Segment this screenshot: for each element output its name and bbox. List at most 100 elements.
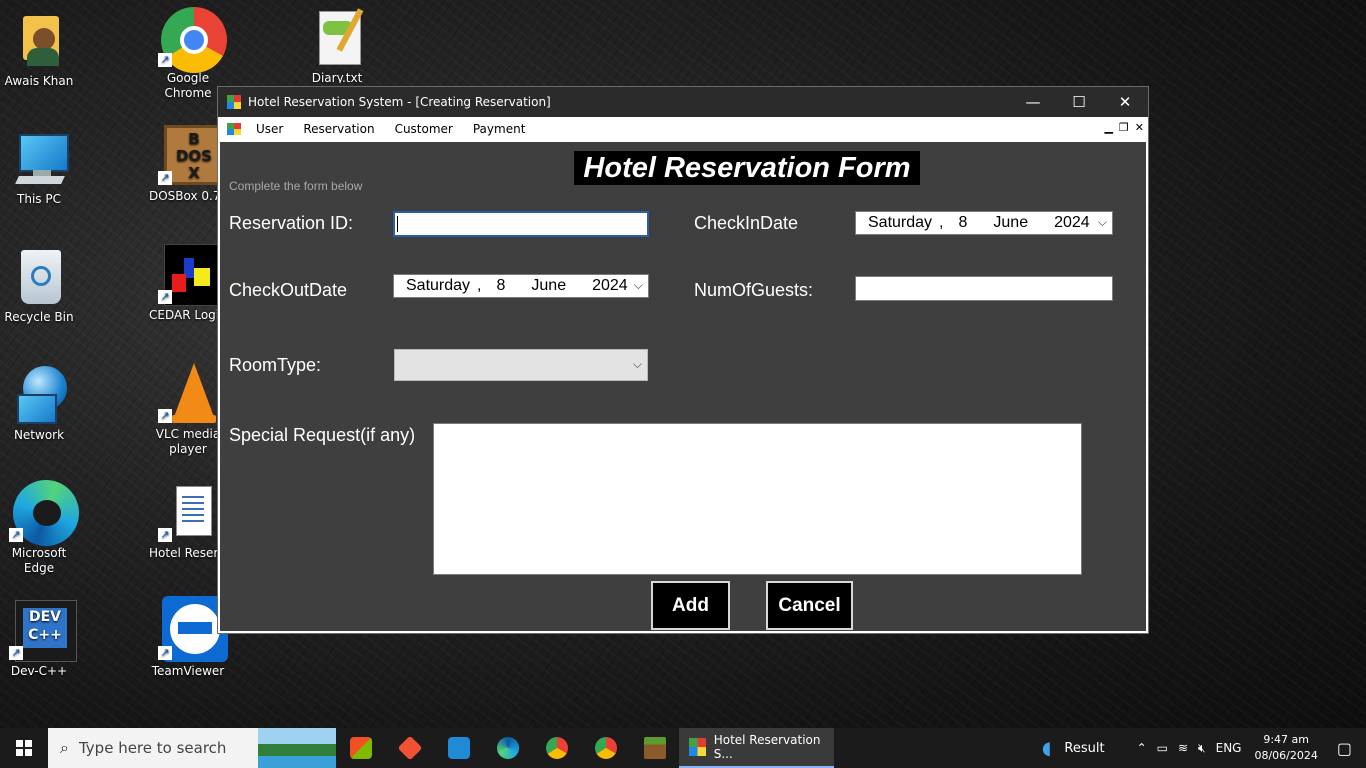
shortcut-arrow-icon: ↗ [158, 646, 172, 660]
search-icon: ⌕ [60, 738, 69, 757]
checkout-weekday: Saturday [406, 277, 471, 294]
form-title: Hotel Reservation Form [574, 151, 920, 185]
clock-date: 08/06/2024 [1254, 749, 1318, 762]
num-guests-input[interactable] [855, 276, 1113, 301]
shortcut-arrow-icon: ↗ [158, 290, 172, 304]
taskbar-search-box[interactable]: ⌕ Type here to search [48, 728, 336, 768]
taskbar-chrome-2[interactable] [581, 728, 630, 768]
text-caret [397, 216, 398, 232]
checkin-separator: , [939, 214, 944, 231]
menu-bar: User Reservation Customer Payment ▁ ❐ ✕ [218, 117, 1148, 140]
taskbar-hotel-reservation[interactable]: Hotel Reservation S... [679, 728, 834, 768]
notepad-icon [307, 7, 367, 67]
room-type-label: RoomType: [229, 355, 322, 375]
num-guests-label: NumOfGuests: [694, 280, 814, 300]
clock[interactable]: 9:47 am 08/06/2024 [1254, 732, 1317, 764]
mdi-child-icon[interactable] [227, 122, 241, 135]
menu-customer[interactable]: Customer [385, 122, 463, 136]
menu-user[interactable]: User [246, 122, 293, 136]
desktop-icon-recycle-bin[interactable]: Recycle Bin [0, 246, 78, 325]
document-icon: ↗ [158, 482, 218, 542]
wifi-icon[interactable]: ≋ [1178, 741, 1188, 755]
taskbar-minecraft[interactable] [630, 728, 679, 768]
menu-reservation[interactable]: Reservation [293, 122, 384, 136]
special-request-textarea[interactable] [433, 423, 1082, 575]
taskbar-chrome-1[interactable] [532, 728, 581, 768]
menu-payment[interactable]: Payment [463, 122, 536, 136]
desktop-icon-vlc[interactable]: ↗ VLC media player [149, 363, 227, 457]
recycle-bin-icon [9, 246, 69, 306]
store-icon [349, 737, 372, 759]
checkout-day: 8 [496, 277, 506, 294]
desktop-icon-cedar-logic[interactable]: ↗ CEDAR Logic [149, 244, 227, 323]
checkout-year: 2024 [592, 277, 628, 294]
taskbar-edge[interactable] [483, 728, 532, 768]
search-placeholder: Type here to search [78, 739, 227, 757]
language-indicator[interactable]: ENG [1216, 741, 1242, 755]
room-type-select[interactable]: ⌵ [394, 349, 648, 381]
checkin-date-picker[interactable]: Saturday , 8 June 2024 ⌵ [855, 211, 1113, 235]
desktop-icon-diary[interactable]: Diary.txt [298, 7, 376, 83]
user-folder-icon [9, 10, 69, 70]
checkin-year: 2024 [1054, 214, 1090, 231]
shortcut-arrow-icon: ↗ [9, 528, 23, 542]
notification-icon[interactable]: ▢ [1337, 739, 1352, 758]
checkout-date-picker[interactable]: Saturday , 8 June 2024 ⌵ [393, 274, 649, 298]
mdi-close-button[interactable]: ✕ [1135, 121, 1144, 134]
desktop-icon-chrome[interactable]: ↗ Google Chrome [149, 7, 227, 101]
shortcut-arrow-icon: ↗ [158, 53, 172, 67]
start-button[interactable] [0, 728, 48, 768]
dosbox-icon: B DOS X ↗ [158, 125, 224, 185]
mdi-restore-button[interactable]: ❐ [1119, 121, 1129, 134]
desktop-icon-network[interactable]: Network [0, 364, 78, 443]
window-titlebar[interactable]: Hotel Reservation System - [Creating Res… [218, 87, 1148, 117]
chevron-down-icon[interactable]: ⌵ [634, 278, 643, 293]
desktop-icon-hotel-reservation[interactable]: ↗ Hotel Reservati... [149, 482, 227, 561]
weather-widget[interactable]: ◖ Result [1037, 738, 1110, 759]
edge-icon [496, 737, 519, 759]
desktop-icon-devcpp[interactable]: DEV C++ ↗ Dev-C++ [0, 600, 78, 679]
network-icon [9, 364, 69, 424]
close-button[interactable]: ✕ [1102, 87, 1148, 117]
shortcut-arrow-icon: ↗ [158, 171, 172, 185]
reservation-id-input[interactable] [393, 211, 649, 237]
shortcut-arrow-icon: ↗ [158, 409, 172, 423]
desktop-icon-this-pc[interactable]: This PC [0, 128, 78, 207]
special-request-label: Special Request(if any) [229, 425, 416, 445]
chevron-down-icon[interactable]: ⌵ [1098, 215, 1107, 230]
system-tray: ◖ Result ⌃ ▭ ≋ 🔇︎ ENG 9:47 am 08/06/2024… [1032, 728, 1366, 768]
checkout-date-label: CheckOutDate [229, 280, 348, 300]
cancel-button[interactable]: Cancel [766, 581, 853, 630]
windows-icon [16, 740, 32, 756]
reservation-id-label: Reservation ID: [229, 213, 354, 233]
minecraft-icon [643, 737, 666, 759]
checkin-month: June [993, 214, 1029, 231]
clock-time: 9:47 am [1263, 733, 1309, 746]
mdi-minimize-button[interactable]: ▁ [1104, 121, 1112, 134]
chevron-up-icon[interactable]: ⌃ [1137, 741, 1147, 755]
edge-icon: ↗ [9, 480, 79, 546]
taskbar: ⌕ Type here to search Hotel Reservation … [0, 728, 1366, 768]
taskbar-store[interactable] [336, 728, 385, 768]
git-icon [397, 735, 422, 761]
maximize-button[interactable]: ☐ [1056, 87, 1102, 117]
app-icon [689, 738, 706, 756]
checkout-month: June [531, 277, 567, 294]
search-highlight-image [258, 728, 336, 768]
desktop-icon-edge[interactable]: ↗ Microsoft Edge [0, 480, 79, 576]
minimize-button[interactable]: — [1010, 87, 1056, 117]
volume-muted-icon[interactable]: 🔇︎ [1198, 741, 1206, 756]
desktop-icon-dosbox[interactable]: BDOSX ↗ DOSBox 0.74 [149, 125, 227, 204]
taskbar-git[interactable] [385, 728, 434, 768]
chevron-down-icon: ⌵ [632, 357, 642, 371]
checkin-weekday: Saturday [868, 214, 933, 231]
add-button[interactable]: Add [651, 581, 730, 630]
desktop-icon-teamviewer[interactable]: ↗ TeamViewer [149, 596, 228, 679]
desktop-icon-user-folder[interactable]: Awais Khan [0, 10, 78, 89]
taskbar-vscode[interactable] [434, 728, 483, 768]
vscode-icon [447, 737, 470, 759]
battery-icon[interactable]: ▭ [1157, 741, 1168, 755]
computer-icon [9, 128, 69, 188]
chrome-icon [594, 737, 617, 759]
app-icon [227, 95, 241, 109]
